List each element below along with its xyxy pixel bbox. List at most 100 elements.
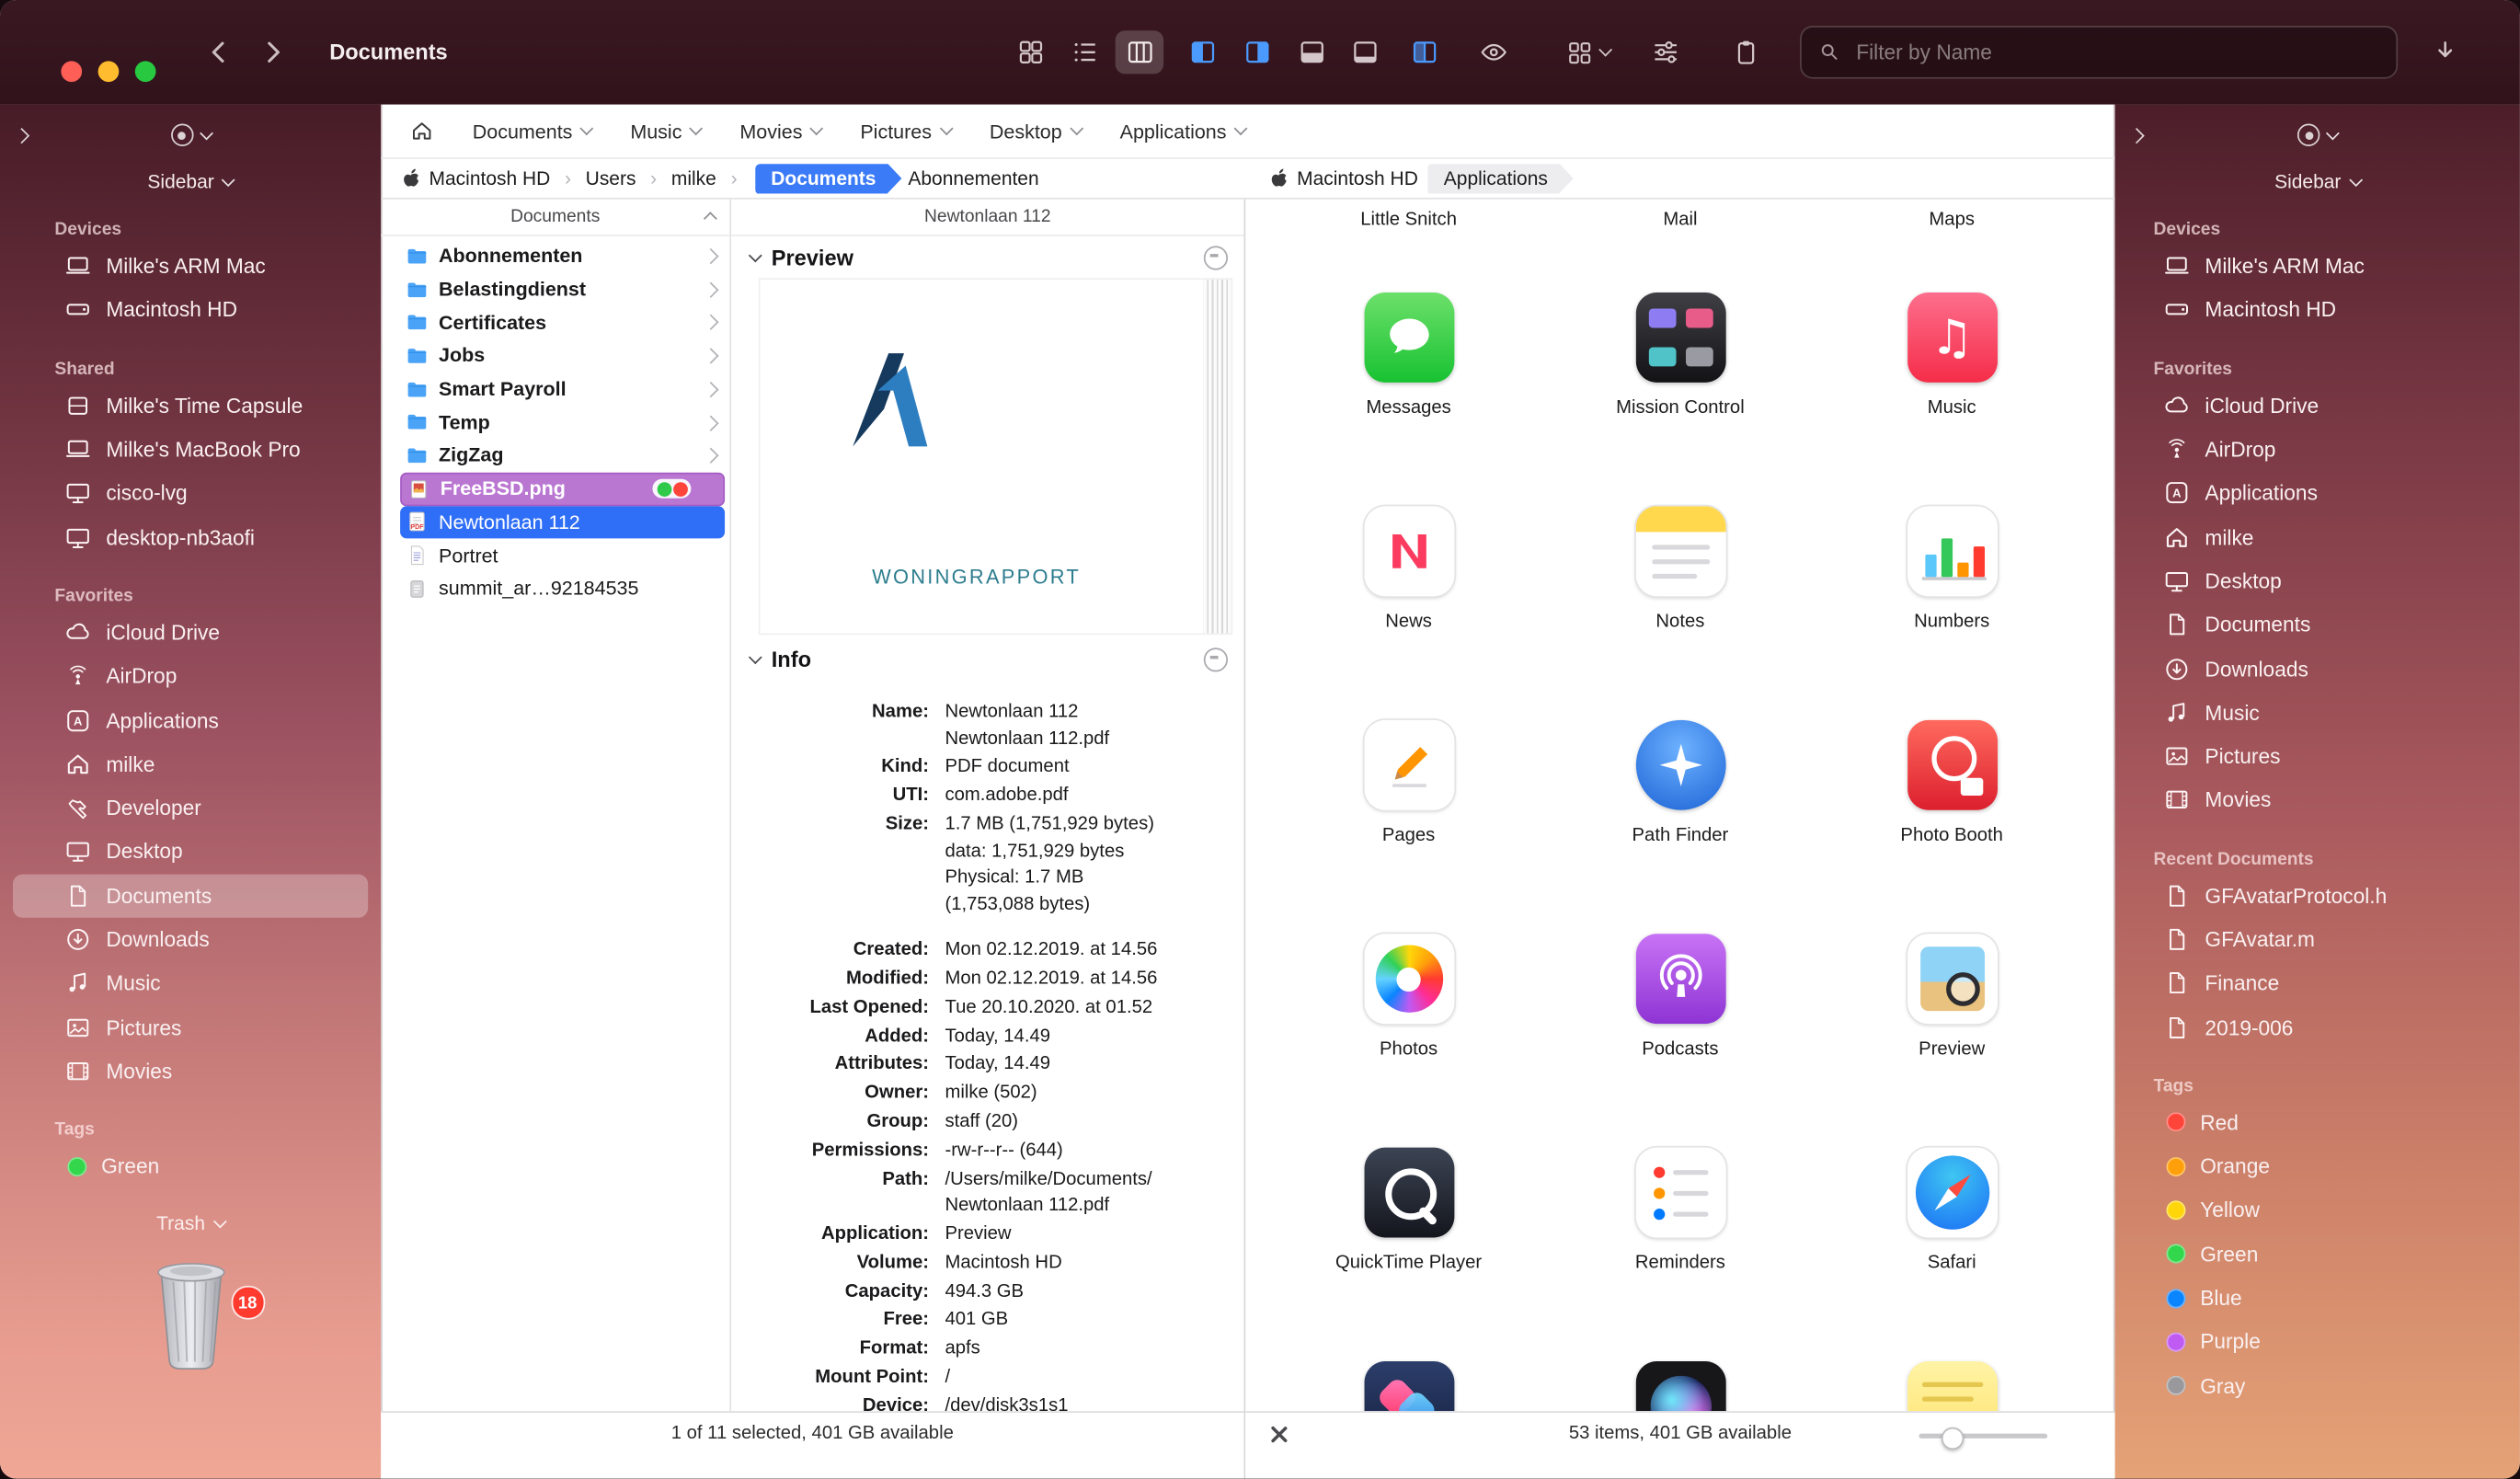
icon-size-slider[interactable] <box>1919 1434 2047 1439</box>
app-item[interactable]: Pages <box>1273 720 1544 858</box>
sidebar-item[interactable]: GFAvatarProtocol.h <box>2128 874 2507 918</box>
app-item[interactable]: ♫ Music <box>1816 292 2088 430</box>
tag-toggle[interactable] <box>652 479 691 499</box>
sidebar-item[interactable]: Developer <box>13 785 368 830</box>
sidebar-item[interactable]: Pictures <box>2128 735 2507 779</box>
bottom-bar-button[interactable] <box>1340 30 1388 74</box>
sidebar-item[interactable]: AirDrop <box>13 654 368 698</box>
sidebar-item[interactable]: AApplications <box>13 698 368 742</box>
pathbar-folder[interactable]: Documents <box>473 120 592 142</box>
tag-item[interactable]: Orange <box>2128 1144 2507 1188</box>
sidebar-item[interactable]: Milke's Time Capsule <box>13 384 368 428</box>
home-icon[interactable] <box>410 119 434 143</box>
sidebar-item[interactable]: 2019-006 <box>2128 1005 2507 1049</box>
app-item[interactable]: Numbers <box>1816 506 2088 644</box>
tag-item[interactable]: Green <box>13 1144 368 1188</box>
view-options-button[interactable] <box>1555 30 1620 74</box>
sidebar-header[interactable]: Sidebar <box>2115 170 2520 192</box>
pathbar-folder[interactable]: Applications <box>1120 120 1246 142</box>
trash-can[interactable]: 18 <box>139 1251 242 1384</box>
app-item[interactable]: QuickTime Player <box>1273 1148 1544 1286</box>
tag-item[interactable]: Blue <box>2128 1276 2507 1320</box>
clipboard-button[interactable] <box>1721 30 1769 74</box>
breadcrumb-item[interactable]: ›Abonnementen <box>905 166 1042 191</box>
sidebar-item[interactable]: Movies <box>13 1049 368 1094</box>
app-item[interactable]: Safari <box>1816 1148 2088 1286</box>
app-item[interactable]: News <box>1273 506 1544 644</box>
column-header[interactable]: Documents <box>381 200 729 236</box>
sidebar-item[interactable]: GFAvatar.m <box>2128 918 2507 962</box>
file-row[interactable]: summit_ar…92184535 <box>400 572 725 605</box>
info-section-header[interactable]: Info <box>731 638 1243 680</box>
back-button[interactable] <box>194 30 242 74</box>
sidebar-item[interactable]: Movies <box>2128 778 2507 822</box>
app-item[interactable] <box>1544 1361 1816 1411</box>
icon-view-button[interactable] <box>1006 30 1054 74</box>
sidebar-item[interactable]: milke <box>13 742 368 786</box>
sidebar-item[interactable]: Documents <box>13 874 368 918</box>
tag-item[interactable]: Purple <box>2128 1320 2507 1364</box>
sidebar-item[interactable]: Music <box>13 961 368 1005</box>
sidebar-item[interactable]: Milke's ARM Mac <box>13 245 368 289</box>
apple-icon[interactable] <box>1268 167 1290 189</box>
app-item[interactable] <box>1816 1361 2088 1411</box>
application-grid[interactable]: Little SnitchMailMaps Messages Mission C… <box>1245 200 2114 1412</box>
pdf-preview-thumbnail[interactable]: WONINGRAPPORT <box>759 278 1232 635</box>
sidebar-expand-icon[interactable] <box>14 128 29 143</box>
action-tools-icon[interactable] <box>1268 1424 1289 1445</box>
sidebar-item[interactable]: Music <box>2128 691 2507 735</box>
preview-section-header[interactable]: Preview <box>731 236 1243 278</box>
file-row[interactable]: ZigZag <box>400 439 725 472</box>
pathbar-folder[interactable]: Music <box>630 120 701 142</box>
slider-knob[interactable] <box>1942 1427 1964 1449</box>
section-menu-icon[interactable] <box>1204 245 1228 269</box>
sidebar-item[interactable]: milke <box>2128 515 2507 559</box>
minimize-window-button[interactable] <box>98 61 120 82</box>
sidebar-item[interactable]: iCloud Drive <box>13 611 368 655</box>
app-item[interactable]: Photo Booth <box>1816 720 2088 858</box>
sidebar-item[interactable]: Milke's MacBook Pro <box>13 428 368 472</box>
preview-scroll[interactable]: Preview WONINGRAPPORT Info <box>731 236 1243 1411</box>
sidebar-item[interactable]: Macintosh HD <box>13 288 368 332</box>
pathbar-folder[interactable]: Desktop <box>990 120 1082 142</box>
search-input[interactable] <box>1853 39 2380 66</box>
volume-menu-button[interactable] <box>170 124 211 146</box>
breadcrumb-item[interactable]: ›Macintosh HD <box>426 166 554 191</box>
filter-sliders-button[interactable] <box>1641 30 1689 74</box>
sidebar-item[interactable]: Documents <box>2128 602 2507 647</box>
sidebar-item[interactable]: Desktop <box>2128 559 2507 603</box>
dual-pane-button[interactable] <box>1400 30 1448 74</box>
sidebar-item[interactable]: Finance <box>2128 961 2507 1005</box>
app-item[interactable]: Mission Control <box>1544 292 1816 430</box>
apple-icon[interactable] <box>400 167 422 189</box>
app-item[interactable]: Preview <box>1816 934 2088 1072</box>
app-item[interactable] <box>1273 1361 1544 1411</box>
app-item[interactable]: Reminders <box>1544 1148 1816 1286</box>
split-left-pane-button[interactable] <box>1178 30 1226 74</box>
tag-item[interactable]: Gray <box>2128 1364 2507 1408</box>
app-item[interactable]: Photos <box>1273 934 1544 1072</box>
app-item[interactable]: Notes <box>1544 506 1816 644</box>
column-view-button[interactable] <box>1116 30 1163 74</box>
tag-item[interactable]: Red <box>2128 1101 2507 1145</box>
sidebar-item[interactable]: desktop-nb3aofi <box>13 515 368 559</box>
file-row[interactable]: Portret <box>400 539 725 572</box>
file-row[interactable]: Smart Payroll <box>400 373 725 406</box>
zoom-window-button[interactable] <box>135 61 156 82</box>
sidebar-item[interactable]: Desktop <box>13 830 368 874</box>
file-row[interactable]: FreeBSD.png <box>400 472 725 505</box>
sidebar-expand-icon[interactable] <box>2129 128 2145 143</box>
breadcrumb-item[interactable]: ›Documents <box>719 163 905 193</box>
file-row[interactable]: PDF Newtonlaan 112 <box>400 506 725 539</box>
close-window-button[interactable] <box>61 61 82 82</box>
file-row[interactable]: Belastingdienst <box>400 273 725 306</box>
trash-header[interactable]: Trash <box>0 1212 381 1234</box>
app-item[interactable]: Messages <box>1273 292 1544 430</box>
sidebar-item[interactable]: Milke's ARM Mac <box>2128 245 2507 289</box>
sidebar-item[interactable]: AApplications <box>2128 471 2507 515</box>
sidebar-header[interactable]: Sidebar <box>0 170 381 192</box>
app-item[interactable]: Podcasts <box>1544 934 1816 1072</box>
sidebar-item[interactable]: cisco-lvg <box>13 471 368 515</box>
section-menu-icon[interactable] <box>1204 647 1228 671</box>
file-row[interactable]: Certificates <box>400 306 725 339</box>
